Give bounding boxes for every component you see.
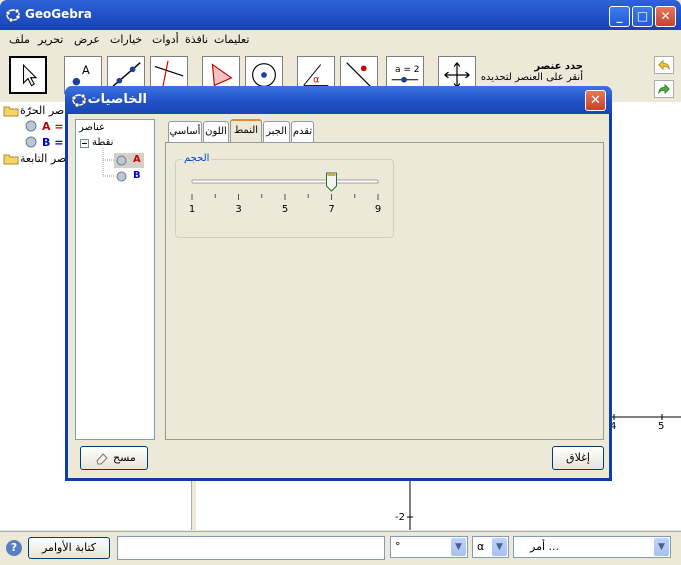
close-button[interactable]: إغلاق xyxy=(552,446,604,470)
input-bar: ? كتابة الأوامر ° ▼ α ▼ أمر ... ▼ xyxy=(0,531,681,565)
menu-help[interactable]: تعليمات xyxy=(214,33,249,46)
properties-dialog: الخاصيات ✕ عناصر نقطة A B أساسي اللون ال… xyxy=(65,86,612,481)
point-b-visibility-icon[interactable] xyxy=(25,136,37,148)
symbol-combo-value: ° xyxy=(395,540,401,553)
tool-hint: حدد عنصر أنقر على العنصر لتحديده xyxy=(481,61,583,83)
symbol-combo[interactable]: ° ▼ xyxy=(390,536,468,558)
tab-style[interactable]: النمط xyxy=(230,119,262,143)
tree-item-a-selected[interactable]: A xyxy=(114,153,144,168)
chevron-down-icon: ▼ xyxy=(654,538,669,556)
greek-combo-value: α xyxy=(477,540,485,553)
point-sphere-icon xyxy=(116,155,127,166)
undo-icon xyxy=(658,59,670,71)
undo-button[interactable] xyxy=(654,56,674,74)
folder-icon xyxy=(3,106,19,117)
point-size-group: الحجم 1 3 5 7 9 xyxy=(175,153,394,238)
chevron-down-icon: ▼ xyxy=(492,538,507,556)
slider-tick-label: 3 xyxy=(235,204,241,215)
menu-view[interactable]: عرض xyxy=(74,33,100,46)
point-sphere-icon xyxy=(116,171,127,182)
close-window-button[interactable]: ✕ xyxy=(655,6,676,27)
eraser-icon xyxy=(96,453,108,465)
arrow-cursor-icon xyxy=(22,63,38,87)
x-axis-label-5: 5 xyxy=(658,421,665,432)
slider-track xyxy=(191,179,379,184)
menu-options[interactable]: خيارات xyxy=(110,33,142,46)
y-axis-label-neg2: -2 xyxy=(395,512,405,523)
svg-text:α: α xyxy=(313,75,319,86)
folder-icon xyxy=(3,154,19,165)
menu-tools[interactable]: أدوات xyxy=(152,33,179,46)
command-combo[interactable]: أمر ... ▼ xyxy=(513,536,671,558)
style-tab-panel: الحجم 1 3 5 7 9 xyxy=(165,142,604,440)
minimize-button[interactable]: _ xyxy=(609,6,630,27)
slider-tick-label: 1 xyxy=(189,204,195,215)
chevron-down-icon: ▼ xyxy=(451,538,466,556)
menu-bar: ملف تحرير عرض خيارات أدوات نافذة تعليمات xyxy=(0,30,681,50)
menu-file[interactable]: ملف xyxy=(9,33,30,46)
geogebra-icon xyxy=(71,93,87,108)
greek-combo[interactable]: α ▼ xyxy=(472,536,509,558)
point-size-slider[interactable]: 1 3 5 7 9 xyxy=(184,170,389,220)
tool-hint-text: أنقر على العنصر لتحديده xyxy=(480,72,583,83)
slider-tool-text: a = 2 xyxy=(395,65,420,75)
tree-item-b[interactable]: B xyxy=(133,170,141,181)
tree-item-a: A xyxy=(133,154,141,165)
main-titlebar: GeoGebra _ □ ✕ xyxy=(0,0,681,30)
menu-window[interactable]: نافذة xyxy=(185,33,208,46)
tool-hint-title: حدد عنصر xyxy=(534,61,583,72)
tab-algebra[interactable]: الجبر xyxy=(263,121,290,142)
point-a-visibility-icon[interactable] xyxy=(25,120,37,132)
slider-tick-label: 7 xyxy=(328,204,334,215)
redo-icon xyxy=(658,83,670,95)
input-help-button[interactable]: كتابة الأوامر xyxy=(28,537,110,559)
command-combo-value: أمر ... xyxy=(530,540,560,553)
tab-advanced[interactable]: تقدم xyxy=(291,121,314,142)
tab-color[interactable]: اللون xyxy=(203,121,229,142)
tree-root[interactable]: عناصر xyxy=(79,122,105,133)
dialog-titlebar: الخاصيات ✕ xyxy=(65,86,612,114)
slider-tick-label: 9 xyxy=(375,204,381,215)
dialog-close-button[interactable]: ✕ xyxy=(585,90,606,111)
move-tool-button[interactable] xyxy=(9,56,47,94)
dialog-title: الخاصيات xyxy=(87,92,147,107)
svg-text:A: A xyxy=(82,63,90,77)
point-size-label: الحجم xyxy=(182,153,212,164)
delete-button[interactable]: مسح xyxy=(80,446,148,470)
redo-button[interactable] xyxy=(654,80,674,98)
help-icon[interactable]: ? xyxy=(6,540,22,556)
object-tree: عناصر نقطة A B xyxy=(75,119,155,440)
tab-basic[interactable]: أساسي xyxy=(168,121,202,142)
window-title: GeoGebra xyxy=(25,7,92,21)
slider-thumb-highlight xyxy=(327,174,336,176)
menu-edit[interactable]: تحرير xyxy=(38,33,63,46)
slider-tick-label: 5 xyxy=(282,204,288,215)
tree-group-points[interactable]: نقطة xyxy=(92,137,113,148)
delete-button-label: مسح xyxy=(113,451,136,464)
geogebra-icon xyxy=(5,8,21,23)
input-field[interactable] xyxy=(117,536,385,560)
collapse-icon[interactable] xyxy=(80,139,89,148)
maximize-button[interactable]: □ xyxy=(632,6,653,27)
